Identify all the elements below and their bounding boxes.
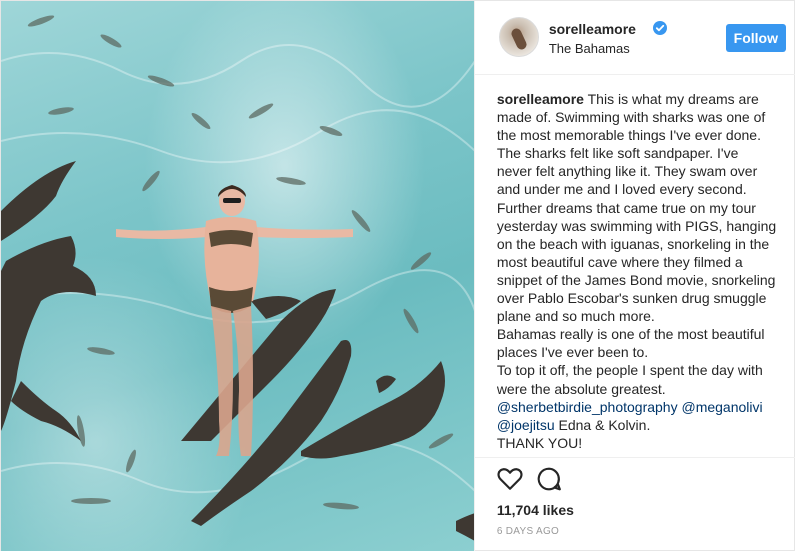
avatar-figure: [509, 26, 528, 52]
instagram-post: sorelleamore The Bahamas Follow sorellea…: [0, 0, 795, 551]
post-header: sorelleamore The Bahamas Follow: [474, 1, 795, 75]
post-sidebar: sorelleamore The Bahamas Follow sorellea…: [473, 1, 795, 551]
mention-link[interactable]: @meganolivi: [681, 399, 762, 415]
mention-link[interactable]: @sherbetbirdie_photography: [497, 399, 678, 415]
post-photo[interactable]: [1, 1, 474, 551]
heart-icon[interactable]: [497, 466, 523, 492]
caption-cutoff: THANK YOU!: [496, 434, 583, 451]
caption-username[interactable]: sorelleamore: [497, 91, 584, 107]
mention-link[interactable]: @joejitsu: [497, 417, 555, 433]
likes-count[interactable]: 11,704 likes: [497, 502, 574, 518]
author-username[interactable]: sorelleamore: [549, 21, 636, 37]
avatar[interactable]: [498, 17, 539, 57]
caption-line-bahamas: Bahamas really is one of the most beauti…: [496, 326, 765, 361]
post-actions: 11,704 likes 6 DAYS AGO: [474, 457, 795, 551]
caption-tail: Edna & Kolvin.: [558, 416, 651, 433]
verified-badge-icon: [652, 21, 667, 35]
post-photo-illustration: [1, 15, 474, 541]
post-date[interactable]: 6 DAYS AGO: [497, 526, 559, 537]
post-caption: sorelleamore This is what my dreams are …: [497, 90, 777, 457]
post-location[interactable]: The Bahamas: [549, 41, 630, 56]
comment-icon[interactable]: [536, 466, 562, 492]
caption-text: This is what my dreams are made of. Swim…: [496, 91, 777, 325]
caption-paragraph: sorelleamore This is what my dreams are …: [497, 90, 777, 325]
caption-line-people: To top it off, the people I spent the da…: [496, 362, 763, 397]
caption-mentions: @sherbetbirdie_photography @meganolivi @…: [497, 398, 777, 434]
follow-button[interactable]: Follow: [725, 24, 786, 52]
